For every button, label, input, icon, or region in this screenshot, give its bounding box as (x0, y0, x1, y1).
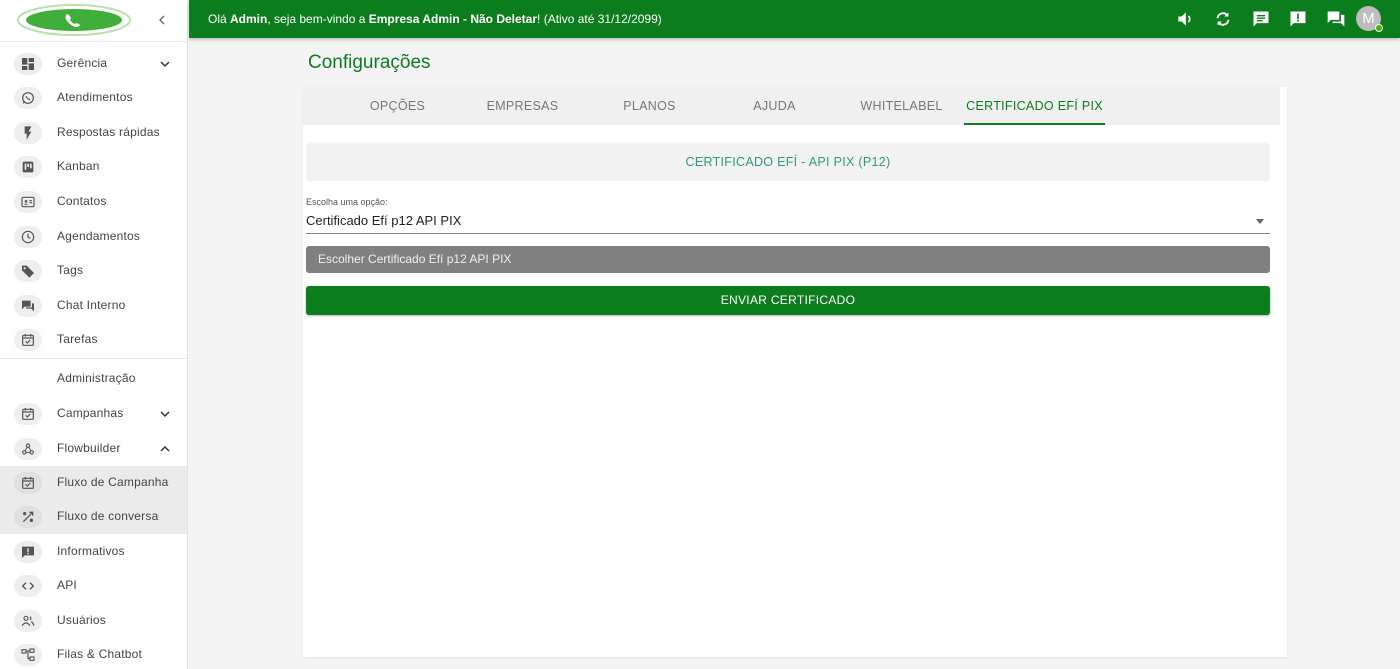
sidebar-divider (0, 358, 187, 359)
sidebar-item-gerencia[interactable]: Gerência (0, 47, 187, 81)
certificate-type-select[interactable]: Certificado Efí p12 API PIX (306, 210, 1270, 234)
sidebar-item-fluxo-de-campanha[interactable]: Fluxo de Campanha (0, 466, 187, 500)
forum-icon (14, 295, 42, 317)
tab-whitelabel[interactable]: WHITELABEL (854, 87, 949, 125)
sidebar-item-label: Gerência (57, 56, 108, 70)
sidebar-item-tags[interactable]: Tags (0, 254, 187, 288)
event-check-icon (14, 472, 42, 494)
flash-icon (14, 122, 42, 144)
sidebar-item-label: Tarefas (57, 332, 98, 346)
top-app-bar: Olá Admin, seja bem-vindo a Empresa Admi… (189, 0, 1400, 38)
tab-ajuda[interactable]: AJUDA (727, 87, 822, 125)
sidebar-item-label: Informativos (57, 544, 125, 558)
sidebar-item-label: Respostas rápidas (57, 125, 160, 139)
event-check-icon (14, 329, 42, 351)
sidebar-item-kanban[interactable]: Kanban (0, 150, 187, 184)
forum-icon[interactable] (1326, 9, 1346, 29)
dashboard-icon (14, 53, 42, 75)
sidebar-item-contatos[interactable]: Contatos (0, 185, 187, 219)
tab-certificado-efi-pix[interactable]: CERTIFICADO EFÍ PIX (964, 87, 1105, 125)
sidebar: Gerência Atendimentos Respostas rápidas … (0, 0, 188, 669)
sidebar-section-title: Administração (57, 371, 136, 385)
sidebar-item-label: Campanhas (57, 406, 124, 420)
whatsapp-icon (14, 87, 42, 109)
sidebar-header (0, 0, 187, 42)
sidebar-item-label: Contatos (57, 194, 107, 208)
sidebar-item-label: Chat Interno (57, 298, 126, 312)
sidebar-item-atendimentos[interactable]: Atendimentos (0, 81, 187, 115)
greeting-suffix: ! (Ativo até 31/12/2099) (537, 12, 662, 26)
sidebar-item-label: Atendimentos (57, 90, 133, 104)
announcement-icon[interactable] (1288, 9, 1308, 29)
select-value: Certificado Efí p12 API PIX (306, 213, 462, 228)
code-icon (14, 575, 42, 597)
online-status-badge (1375, 24, 1383, 32)
chevron-left-icon[interactable] (150, 9, 174, 31)
webhook-icon (14, 438, 42, 460)
tab-opcoes[interactable]: OPÇÕES (350, 87, 445, 125)
sidebar-item-agendamentos[interactable]: Agendamentos (0, 220, 187, 254)
greeting-company: Empresa Admin - Não Deletar (368, 12, 538, 26)
logo (17, 4, 131, 36)
greeting-mid: , seja bem-vindo a (267, 12, 369, 26)
sidebar-item-label: Kanban (57, 159, 100, 173)
sidebar-item-label: Usuários (57, 613, 106, 627)
certificate-section-title: CERTIFICADO EFÍ - API PIX (P12) (306, 143, 1270, 181)
sync-icon[interactable] (1213, 9, 1233, 29)
people-icon (14, 610, 42, 632)
sidebar-item-api[interactable]: API (0, 569, 187, 603)
clock-icon (14, 226, 42, 248)
sidebar-item-label: Tags (57, 263, 84, 277)
sidebar-item-filas-chatbot[interactable]: Filas & Chatbot (0, 638, 187, 669)
sidebar-item-label: Fluxo de Campanha (57, 475, 169, 489)
chevron-down-icon[interactable] (157, 56, 173, 72)
announcement-icon (14, 541, 42, 563)
chevron-down-icon[interactable] (157, 406, 173, 422)
greeting-prefix: Olá (208, 12, 231, 26)
welcome-message: Olá Admin, seja bem-vindo a Empresa Admi… (208, 12, 662, 26)
event-check-icon (14, 403, 42, 425)
volume-icon[interactable] (1175, 9, 1195, 29)
greeting-user: Admin (230, 12, 268, 26)
select-label: Escolha uma opção: (306, 197, 388, 207)
sidebar-item-label: API (57, 578, 77, 592)
sidebar-item-label: Filas & Chatbot (57, 647, 143, 661)
sidebar-item-chat-interno[interactable]: Chat Interno (0, 289, 187, 323)
tag-icon (14, 260, 42, 282)
sidebar-item-campanhas[interactable]: Campanhas (0, 397, 187, 431)
chevron-up-icon[interactable] (157, 441, 173, 457)
account-tree-icon (14, 644, 42, 666)
settings-tabs: OPÇÕES EMPRESAS PLANOS AJUDA WHITELABEL … (303, 87, 1280, 125)
sidebar-item-respostas-rapidas[interactable]: Respostas rápidas (0, 116, 187, 150)
shuffle-icon (14, 506, 42, 528)
sidebar-item-informativos[interactable]: Informativos (0, 535, 187, 569)
sidebar-item-label: Flowbuilder (57, 441, 121, 455)
contacts-icon (14, 191, 42, 213)
choose-certificate-button[interactable]: Escolher Certificado Efí p12 API PIX (306, 246, 1270, 273)
tab-empresas[interactable]: EMPRESAS (475, 87, 570, 125)
chat-icon[interactable] (1251, 9, 1271, 29)
dropdown-arrow-icon (1256, 219, 1264, 224)
sidebar-item-flowbuilder[interactable]: Flowbuilder (0, 432, 187, 466)
kanban-icon (14, 156, 42, 178)
sidebar-item-tarefas[interactable]: Tarefas (0, 323, 187, 357)
sidebar-item-label: Agendamentos (57, 229, 141, 243)
tab-planos[interactable]: PLANOS (602, 87, 697, 125)
sidebar-item-fluxo-de-conversa[interactable]: Fluxo de conversa (0, 500, 187, 534)
sidebar-item-usuarios[interactable]: Usuários (0, 604, 187, 638)
send-certificate-button[interactable]: ENVIAR CERTIFICADO (306, 286, 1270, 315)
page-title: Configurações (308, 52, 431, 73)
sidebar-item-label: Fluxo de conversa (57, 509, 159, 523)
